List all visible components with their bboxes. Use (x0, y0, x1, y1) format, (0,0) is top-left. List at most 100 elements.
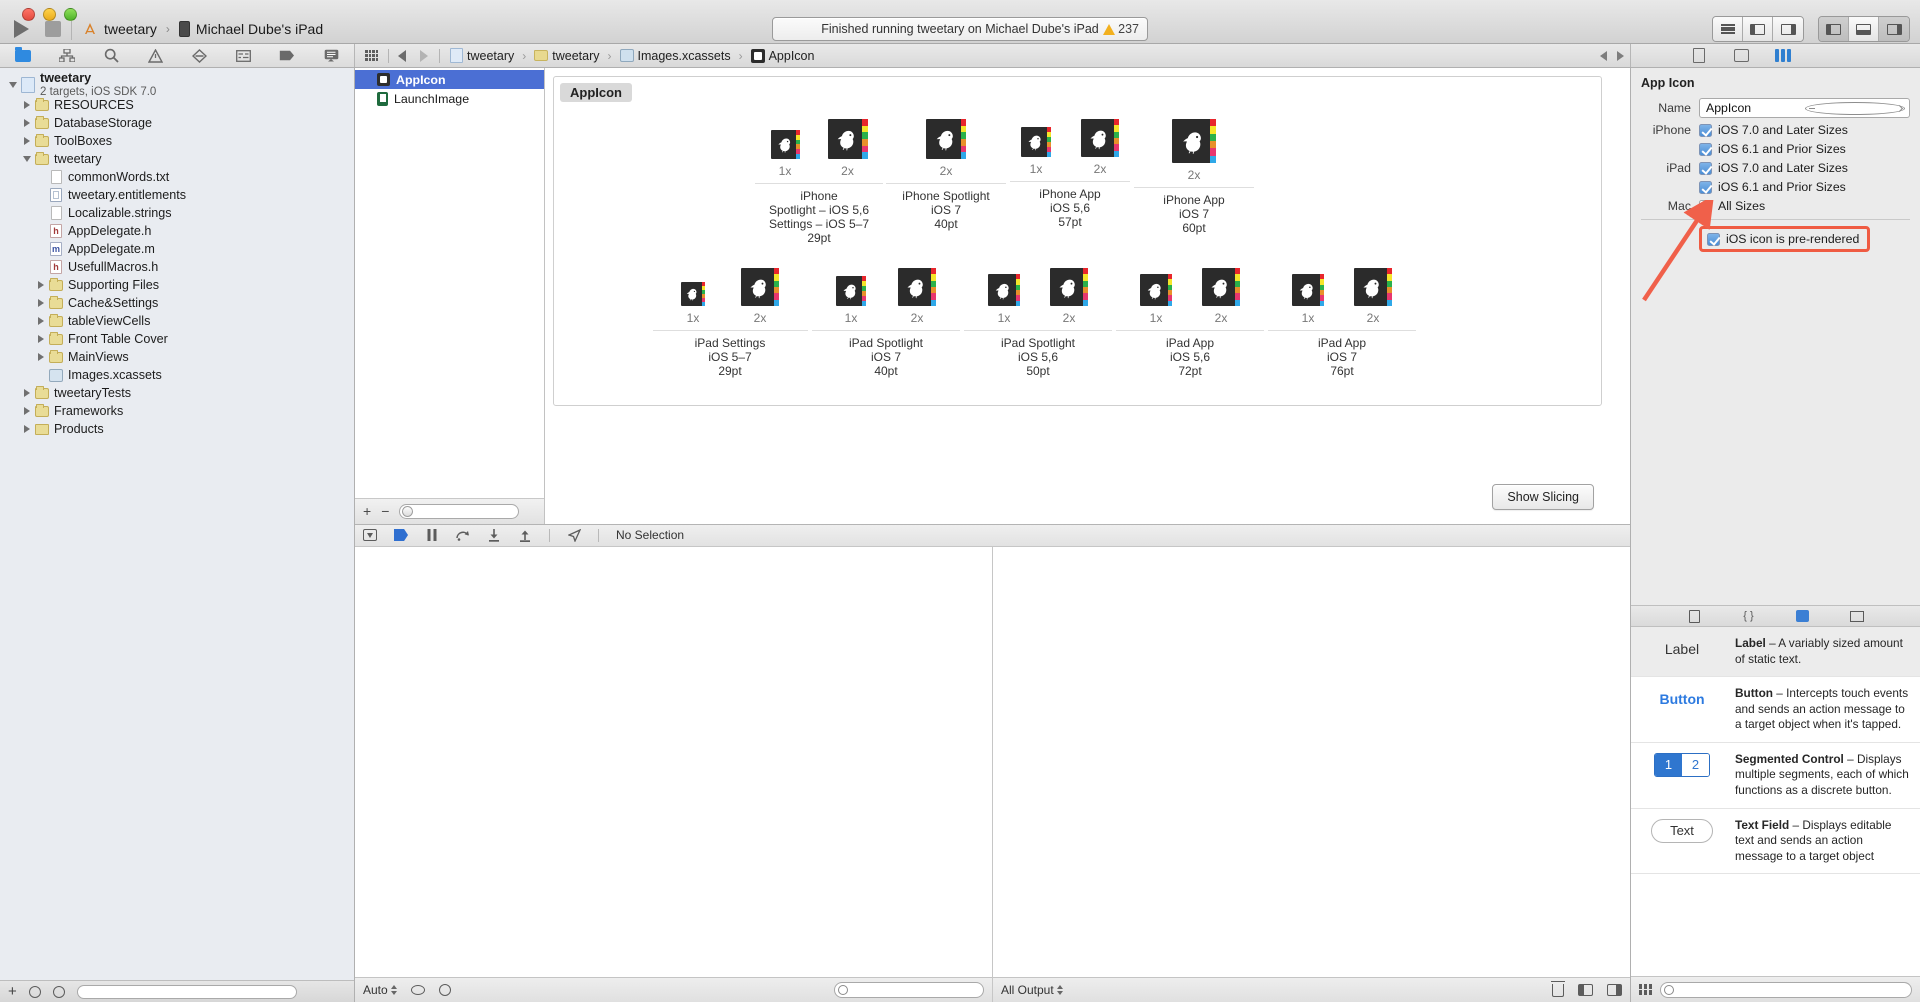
tree-row-supporting-files[interactable]: Supporting Files (0, 276, 354, 294)
mac-all-sizes-checkbox[interactable] (1699, 199, 1712, 213)
editor-mode-group[interactable] (1712, 16, 1804, 42)
tree-row-mainviews[interactable]: MainViews (0, 348, 354, 366)
tree-row-appdelegate-h[interactable]: h AppDelegate.h (0, 222, 354, 240)
breadcrumb-item-group[interactable]: tweetary (534, 49, 600, 63)
app-icon-image[interactable] (1202, 268, 1240, 306)
iphone-ios61-checkbox[interactable] (1699, 142, 1712, 156)
standard-editor-button[interactable] (1713, 17, 1743, 41)
disclosure-triangle-closed[interactable] (20, 119, 34, 127)
tree-row-project[interactable]: tweetary 2 targets, iOS SDK 7.0 (0, 72, 354, 98)
app-icon-image[interactable] (770, 130, 800, 159)
view-toggle-group[interactable] (1818, 16, 1910, 42)
navigate-back-button[interactable] (398, 49, 406, 62)
disclosure-triangle-closed[interactable] (20, 389, 34, 397)
navigator-toggle-button[interactable] (1819, 17, 1849, 41)
remove-asset-button[interactable]: − (381, 503, 389, 519)
object-library-icon[interactable] (1795, 610, 1811, 623)
minimize-window-button[interactable] (43, 8, 56, 21)
variables-filter-field[interactable] (834, 982, 984, 998)
assistant-editor-button[interactable] (1743, 17, 1773, 41)
jumpbar-right-controls[interactable] (1600, 50, 1624, 61)
version-editor-button[interactable] (1773, 17, 1803, 41)
asset-set-launchimage[interactable]: LaunchImage (355, 89, 544, 108)
app-icon-image[interactable] (1021, 127, 1051, 157)
run-stop-controls[interactable] (14, 19, 61, 38)
run-button[interactable] (14, 19, 29, 38)
file-template-library-icon[interactable] (1687, 609, 1703, 623)
icon-slot[interactable]: 1x (681, 282, 705, 325)
icon-slot[interactable]: 2x (1050, 268, 1088, 325)
split-pane-right-icon[interactable] (1607, 984, 1622, 996)
navigator-selector-bar[interactable] (0, 44, 355, 67)
asset-set-list[interactable]: AppIcon LaunchImage + − (355, 68, 545, 524)
disclosure-triangle-closed[interactable] (34, 353, 48, 361)
source-control-navigator-icon[interactable] (59, 48, 75, 63)
project-tree[interactable]: tweetary 2 targets, iOS SDK 7.0 RESOURCE… (0, 68, 354, 980)
split-pane-left-icon[interactable] (1578, 984, 1593, 996)
report-navigator-icon[interactable] (323, 48, 339, 63)
debug-bar[interactable]: No Selection (355, 523, 1630, 547)
tree-row-entitlements[interactable]: tweetary.entitlements (0, 186, 354, 204)
location-icon[interactable] (567, 528, 581, 542)
test-navigator-icon[interactable] (191, 48, 207, 63)
app-icon-image[interactable] (1140, 274, 1172, 306)
tree-row-commonwords[interactable]: commonWords.txt (0, 168, 354, 186)
tree-row-tweetary-group[interactable]: tweetary (0, 150, 354, 168)
jump-bar[interactable]: tweetary › tweetary › Images.xcassets › … (355, 44, 1630, 67)
breadcrumb-item-xcassets[interactable]: Images.xcassets (619, 49, 731, 63)
disclosure-triangle-closed[interactable] (20, 425, 34, 433)
library-footer[interactable] (1631, 976, 1920, 1002)
iphone-ios7-checkbox[interactable] (1699, 123, 1712, 137)
tree-row-frameworks[interactable]: Frameworks (0, 402, 354, 420)
variables-list[interactable] (355, 547, 992, 978)
watch-icon[interactable] (410, 985, 425, 995)
icon-slot[interactable]: 1x (1021, 127, 1051, 176)
project-navigator-icon[interactable] (15, 46, 31, 63)
library-view-mode-icon[interactable] (1639, 984, 1652, 995)
tree-row-cache-settings[interactable]: Cache&Settings (0, 294, 354, 312)
tree-row-appdelegate-m[interactable]: m AppDelegate.m (0, 240, 354, 258)
icon-slot[interactable]: 2x (898, 268, 936, 325)
tree-row-usefullmacros[interactable]: h UsefullMacros.h (0, 258, 354, 276)
add-asset-button[interactable]: + (363, 503, 371, 519)
app-icon-image[interactable] (836, 276, 866, 306)
app-icon-image[interactable] (898, 268, 936, 306)
toolbar-right-controls[interactable] (1712, 16, 1910, 42)
identity-inspector-icon[interactable] (1775, 49, 1791, 62)
app-icon-image[interactable] (681, 282, 705, 306)
tree-row-front-table-cover[interactable]: Front Table Cover (0, 330, 354, 348)
utilities-toggle-button[interactable] (1879, 17, 1909, 41)
issue-navigator-icon[interactable] (147, 48, 163, 63)
previous-issue-button[interactable] (1600, 50, 1607, 61)
library-item-text-field[interactable]: Text Text Field – Displays editable text… (1631, 809, 1920, 875)
breadcrumb-item-project[interactable]: tweetary (450, 48, 514, 63)
library-item-segmented-control[interactable]: 1 2 Segmented Control – Displays multipl… (1631, 743, 1920, 809)
app-icon-image[interactable] (1081, 119, 1119, 157)
disclosure-triangle-closed[interactable] (34, 335, 48, 343)
app-icon-image[interactable] (926, 119, 966, 160)
disclosure-triangle-closed[interactable] (34, 299, 48, 307)
add-file-button[interactable]: + (8, 984, 17, 999)
next-issue-button[interactable] (1617, 50, 1624, 61)
name-input[interactable]: AppIcon (1699, 98, 1910, 118)
asset-list-footer[interactable]: + − (355, 497, 544, 524)
icon-slot[interactable]: 2x (741, 268, 779, 325)
app-icon-image[interactable] (1354, 268, 1392, 306)
variables-footer[interactable]: Auto (355, 977, 992, 1002)
navigator-footer[interactable]: + (0, 980, 354, 1002)
icon-slot[interactable]: 1x (1140, 274, 1172, 325)
search-navigator-icon[interactable] (103, 48, 119, 63)
info-icon[interactable] (438, 984, 451, 996)
zoom-window-button[interactable] (64, 8, 77, 21)
tree-row-localizable[interactable]: Localizable.strings (0, 204, 354, 222)
icon-slot[interactable]: 2x (1081, 119, 1119, 176)
tree-row-images-xcassets[interactable]: Images.xcassets (0, 366, 354, 384)
breakpoints-icon[interactable] (394, 529, 408, 541)
breadcrumb[interactable]: tweetary › tweetary › Images.xcassets › … (450, 48, 814, 63)
file-inspector-icon[interactable] (1691, 48, 1707, 63)
step-into-icon[interactable] (487, 528, 501, 542)
disclosure-triangle-closed[interactable] (20, 101, 34, 109)
step-over-icon[interactable] (456, 529, 470, 542)
zoom-slider-knob[interactable] (402, 506, 414, 517)
warning-indicator[interactable]: 237 (1103, 22, 1139, 36)
